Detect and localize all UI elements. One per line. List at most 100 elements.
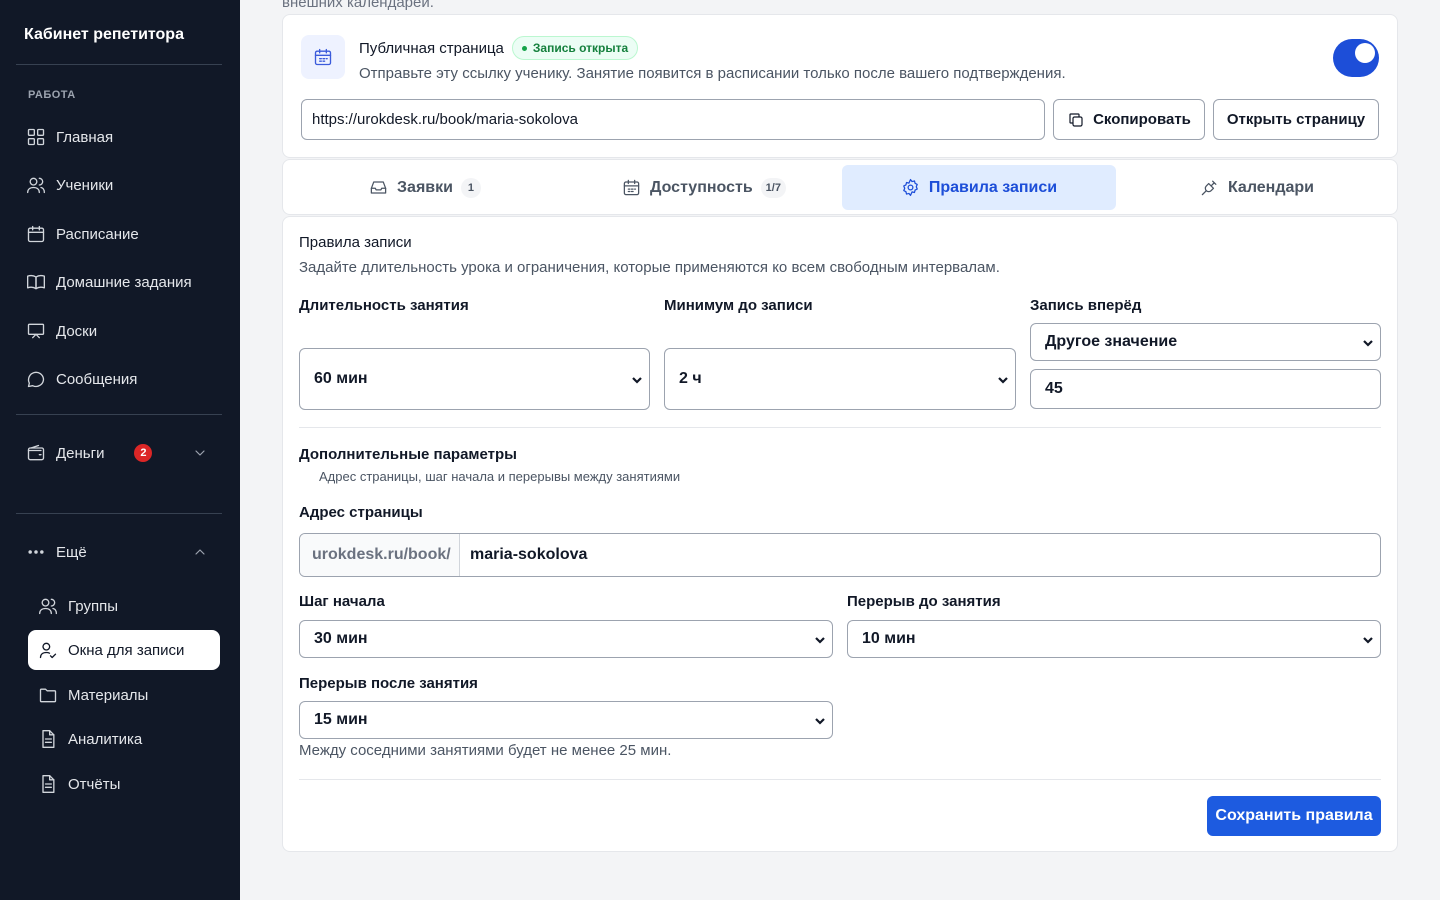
sidebar-item-label: Ещё	[56, 543, 87, 561]
min-notice-value: 2 ч	[679, 370, 702, 387]
chevron-down-icon	[814, 714, 826, 726]
divider	[299, 779, 1381, 780]
sidebar-item-schedule[interactable]: Расписание	[16, 214, 220, 254]
sidebar-item-reports[interactable]: Отчёты	[28, 764, 220, 804]
book-ahead-days-input[interactable]: 45	[1030, 369, 1381, 409]
copy-icon	[1069, 112, 1083, 127]
user-check-icon	[38, 640, 58, 660]
sidebar-item-label: Ученики	[56, 176, 114, 194]
break-after-value: 15 мин	[314, 711, 368, 728]
sidebar-item-analytics[interactable]: Аналитика	[28, 719, 220, 759]
book-icon	[26, 272, 46, 292]
sidebar-item-label: Доски	[56, 322, 98, 340]
document-icon	[38, 774, 58, 794]
public-page-card: Публичная страница Запись открыта Отправ…	[282, 14, 1398, 158]
calendar-icon	[26, 224, 46, 244]
open-page-button[interactable]: Открыть страницу	[1213, 99, 1379, 140]
break-before-label: Перерыв до занятия	[847, 593, 1001, 610]
divider	[299, 427, 1381, 428]
sidebar-item-more[interactable]: Ещё	[16, 532, 220, 572]
sidebar-item-homework[interactable]: Домашние задания	[16, 262, 220, 302]
duration-select[interactable]: 60 мин	[299, 348, 650, 410]
tab-availability[interactable]: Доступность 1/7	[567, 165, 841, 210]
public-page-title: Публичная страница Запись открыта	[359, 36, 639, 60]
address-label: Адрес страницы	[299, 504, 423, 521]
public-page-title-text: Публичная страница	[359, 39, 504, 57]
public-page-description: Отправьте эту ссылку ученику. Занятие по…	[359, 65, 1066, 82]
tab-count-badge: 1	[460, 177, 481, 198]
sidebar-item-label: Материалы	[68, 686, 149, 704]
chevron-down-icon	[1362, 633, 1374, 645]
address-prefix: urokdesk.ru/book/	[300, 534, 460, 576]
sidebar-item-boards[interactable]: Доски	[16, 311, 220, 351]
start-step-value: 30 мин	[314, 630, 368, 647]
tab-requests[interactable]: Заявки 1	[288, 165, 562, 210]
sidebar-item-label: Окна для записи	[68, 641, 185, 659]
sidebar-item-label: Отчёты	[68, 775, 121, 793]
inbox-icon	[370, 181, 387, 194]
group-icon	[38, 596, 58, 616]
tab-count-badge: 1/7	[760, 177, 786, 198]
status-dot	[521, 45, 527, 51]
folder-icon	[38, 685, 58, 705]
start-step-select[interactable]: 30 мин	[299, 620, 833, 658]
book-ahead-days-value: 45	[1045, 380, 1063, 397]
chevron-down-icon	[997, 373, 1009, 385]
users-icon	[26, 175, 46, 195]
calendar-icon	[301, 35, 345, 79]
booking-tabs: Заявки 1 Доступность 1/7 Правила записи …	[282, 159, 1398, 215]
sidebar-item-home[interactable]: Главная	[16, 117, 220, 157]
chevron-down-icon	[814, 633, 826, 645]
chevron-down-icon	[631, 373, 643, 385]
toggle-knob	[1355, 43, 1375, 63]
money-badge: 2	[134, 444, 153, 462]
tab-calendars[interactable]: Календари	[1120, 165, 1394, 210]
sidebar: Кабинет репетитора РАБОТА Главная Ученик…	[0, 0, 240, 900]
tab-label: Календари	[1227, 178, 1315, 196]
extra-params-note: Адрес страницы, шаг начала и перерывы ме…	[319, 469, 681, 484]
sidebar-item-label: Группы	[68, 597, 118, 615]
sidebar-item-materials[interactable]: Материалы	[28, 675, 220, 715]
plug-icon	[1201, 180, 1217, 196]
book-ahead-select[interactable]: Другое значение	[1030, 323, 1381, 361]
break-before-value: 10 мин	[862, 630, 916, 647]
tab-label: Доступность	[650, 178, 753, 196]
min-notice-label: Минимум до записи	[664, 297, 813, 314]
sidebar-item-money[interactable]: Деньги 2	[16, 433, 220, 473]
status-badge: Запись открыта	[511, 36, 639, 60]
divider	[16, 513, 222, 514]
tab-label: Заявки	[397, 178, 453, 196]
min-notice-select[interactable]: 2 ч	[664, 348, 1016, 410]
sidebar-item-label: Расписание	[56, 225, 139, 243]
sidebar-item-messages[interactable]: Сообщения	[16, 359, 220, 399]
sidebar-item-students[interactable]: Ученики	[16, 165, 220, 205]
save-rules-button[interactable]: Сохранить правила	[1207, 796, 1381, 836]
brand-title: Кабинет репетитора	[24, 26, 184, 43]
divider	[16, 414, 222, 415]
address-field[interactable]: urokdesk.ru/book/ maria-sokolova	[299, 533, 1381, 577]
booking-open-toggle[interactable]	[1333, 39, 1379, 77]
dashboard-icon	[26, 127, 46, 147]
chevron-up-icon[interactable]	[192, 544, 208, 560]
previous-section-text: внешних календарей.	[282, 0, 434, 11]
sidebar-item-groups[interactable]: Группы	[28, 586, 220, 626]
public-url-field[interactable]	[301, 99, 1045, 140]
tab-booking-rules[interactable]: Правила записи	[842, 165, 1116, 210]
booking-rules-panel: Правила записи Задайте длительность урок…	[282, 216, 1398, 852]
copy-link-button[interactable]: Скопировать	[1053, 99, 1205, 140]
gear-icon	[903, 178, 918, 197]
extra-params-title: Дополнительные параметры	[299, 446, 517, 463]
break-before-select[interactable]: 10 мин	[847, 620, 1381, 658]
duration-label: Длительность занятия	[299, 297, 469, 314]
book-ahead-label: Запись вперёд	[1030, 297, 1142, 314]
break-after-label: Перерыв после занятия	[299, 675, 478, 692]
rules-title: Правила записи	[299, 234, 412, 251]
chevron-down-icon[interactable]	[192, 445, 208, 461]
break-after-select[interactable]: 15 мин	[299, 701, 833, 739]
tab-label: Правила записи	[928, 178, 1058, 196]
address-slug-input[interactable]: maria-sokolova	[460, 534, 587, 576]
sidebar-item-label: Главная	[56, 128, 114, 146]
start-step-label: Шаг начала	[299, 593, 385, 610]
copy-link-label: Скопировать	[1093, 111, 1191, 128]
sidebar-item-booking-windows[interactable]: Окна для записи	[28, 630, 220, 670]
